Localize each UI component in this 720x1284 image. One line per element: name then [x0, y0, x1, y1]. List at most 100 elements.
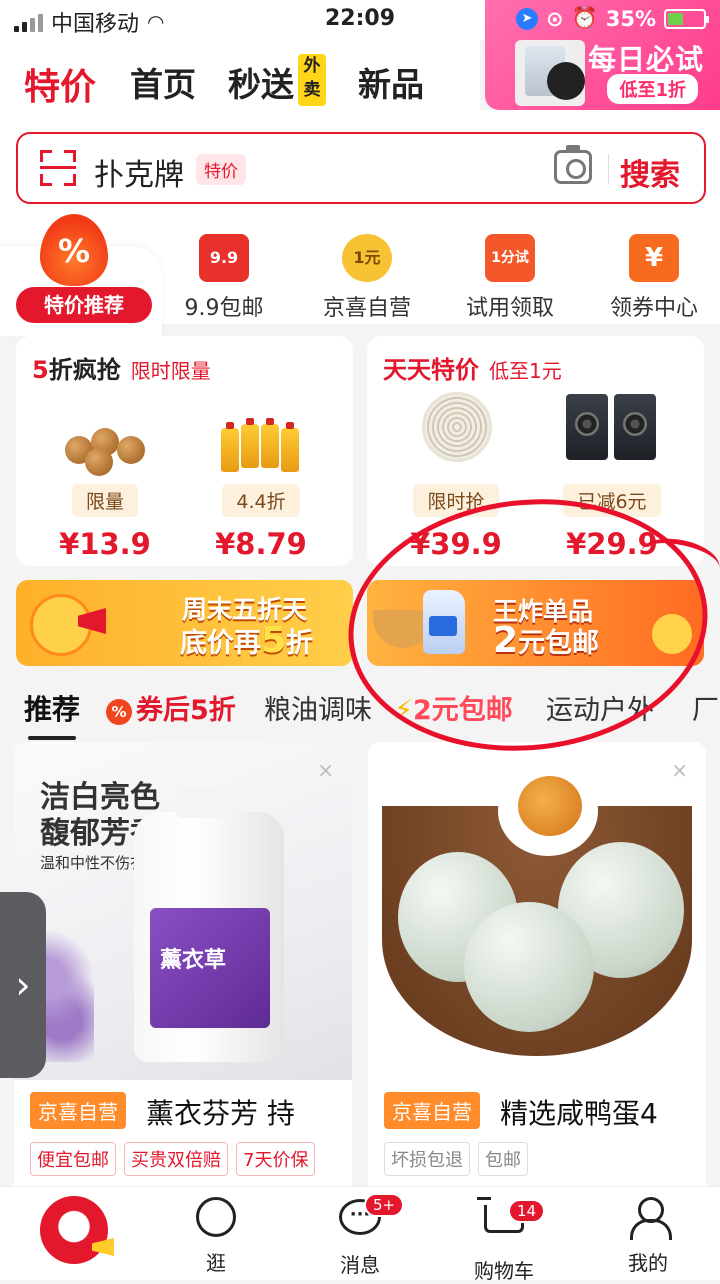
- category-9-9-free-shipping[interactable]: 9.9 9.9包邮: [154, 234, 294, 322]
- gift-box-icon: 9.9: [199, 234, 249, 282]
- product-price: ¥29.9: [566, 527, 658, 561]
- detergent-photo: 洁白亮色 馥郁芳香 温和中性不伤衣 薰衣草: [14, 742, 352, 1080]
- product-tag: 已减6元: [563, 484, 661, 517]
- category-trial[interactable]: 1分试 试用领取: [440, 234, 580, 322]
- category-label: 领券中心: [609, 296, 698, 321]
- category-coupon-center[interactable]: ¥ 领券中心: [584, 234, 720, 322]
- tab-label: 特价: [24, 67, 97, 108]
- tea-eggs-image: [57, 398, 153, 478]
- lock-rotation-icon: ⊙: [545, 6, 564, 31]
- nav-messages[interactable]: 5+ 消息: [310, 1193, 410, 1278]
- side-expand-handle[interactable]: ›: [0, 892, 46, 1078]
- daily-trial-promo[interactable]: ➤ ⊙ ⏰ 35% 每日必试 低至1折: [485, 0, 720, 110]
- scan-icon[interactable]: [40, 150, 76, 186]
- iced-tea-bottles-image: [213, 398, 309, 478]
- product-iced-tea[interactable]: 4.4折 ¥8.79: [186, 398, 336, 561]
- chip: 7天价保: [236, 1142, 316, 1176]
- tab-special-price[interactable]: 特价: [24, 58, 97, 118]
- speakers-image: [564, 388, 660, 478]
- brand-badge: 京喜自营: [30, 1092, 126, 1129]
- close-icon[interactable]: ×: [671, 758, 688, 782]
- battery-percent: 35%: [605, 6, 656, 31]
- tab-home[interactable]: 首页: [130, 58, 196, 106]
- bottom-nav: 逛 5+ 消息 14 购物车 我的: [0, 1186, 720, 1283]
- product-tag: 限时抢: [413, 484, 499, 517]
- product-tea-eggs[interactable]: 限量 ¥13.9: [30, 398, 180, 561]
- product-desk-fan[interactable]: 限时抢 ¥39.9: [381, 388, 531, 561]
- product-price: ¥8.79: [215, 527, 307, 561]
- face-icon: [194, 1197, 238, 1241]
- feed-tab-outdoor-sports[interactable]: 运动户外: [546, 688, 654, 727]
- service-chips: 便宜包邮 买贵双倍赔 7天价保: [30, 1142, 316, 1176]
- nav-label: 消息: [340, 1253, 380, 1277]
- nav-label: 我的: [628, 1251, 668, 1275]
- service-chips: 坏损包退 包邮: [384, 1142, 528, 1176]
- trial-bag-icon: 1分试: [485, 234, 535, 282]
- coin-icon: 1元: [342, 234, 392, 282]
- feed-tab-grain-oil[interactable]: 粮油调味: [264, 688, 372, 727]
- product-card-lavender-detergent[interactable]: 洁白亮色 馥郁芳香 温和中性不伤衣 薰衣草 × 京喜自营 薰衣芬芳 持 便宜包邮 …: [14, 742, 352, 1202]
- search-divider: [608, 154, 609, 184]
- home-mascot-icon[interactable]: [40, 1196, 108, 1264]
- duck-eggs-photo: [368, 742, 706, 1080]
- banner-line2: 2元包邮: [493, 620, 600, 661]
- person-icon: [626, 1197, 672, 1241]
- deal-card-daily-special[interactable]: 天天特价 低至1元 限时抢 ¥39.9 已减6元 ¥29.9: [367, 336, 704, 566]
- chip: 买贵双倍赔: [124, 1142, 228, 1176]
- category-label: 9.9包邮: [184, 296, 264, 321]
- product-name: 薰衣芬芳 持: [146, 1097, 295, 1130]
- card-title: 天天特价 低至1元: [383, 350, 562, 385]
- deal-card-half-price[interactable]: 5折疯抢 限时限量 限量 ¥13.9 4.4折 ¥8.79: [16, 336, 353, 566]
- detergent-image: [423, 590, 465, 654]
- product-price: ¥39.9: [410, 527, 502, 561]
- tab-instant-delivery[interactable]: 秒送: [228, 58, 294, 106]
- search-bar[interactable]: 扑克牌 特价 搜索: [16, 132, 706, 204]
- message-icon: 5+: [338, 1193, 405, 1243]
- product-speakers[interactable]: 已减6元 ¥29.9: [537, 388, 687, 561]
- feed-tab-factory[interactable]: 厂: [692, 688, 719, 727]
- chip: 包邮: [478, 1142, 528, 1176]
- lightning-icon: ⚡: [394, 695, 413, 726]
- promo-subtitle: 低至1折: [607, 74, 698, 104]
- title-number: 5: [32, 356, 49, 384]
- search-button[interactable]: 搜索: [620, 150, 680, 194]
- brand-badge: 京喜自营: [384, 1092, 480, 1129]
- feed-tab-2-yuan-shipping[interactable]: ⚡2元包邮: [394, 688, 513, 727]
- feed-tabs: 推荐 % 券后5折 粮油调味 ⚡2元包邮 运动户外 厂: [0, 676, 720, 740]
- weekend-half-price-banner[interactable]: 周末五折天 底价再5折: [16, 580, 353, 666]
- title-text: 折疯抢: [48, 356, 121, 384]
- location-icon: ➤: [515, 7, 538, 30]
- category-special-recommend[interactable]: 特价推荐: [16, 287, 152, 323]
- product-tag: 限量: [71, 484, 138, 517]
- search-input[interactable]: 扑克牌: [94, 150, 184, 194]
- nav-browse[interactable]: 逛: [166, 1195, 266, 1276]
- cart-icon: 14: [477, 1197, 546, 1249]
- photo-tagline: 温和中性不伤衣: [40, 854, 146, 872]
- product-card-salted-duck-eggs[interactable]: × 京喜自营 精选咸鸭蛋4 坏损包退 包邮: [368, 742, 706, 1202]
- nav-cart[interactable]: 14 购物车: [454, 1195, 554, 1284]
- feed-tab-coupon-half[interactable]: % 券后5折: [106, 688, 236, 727]
- chip: 坏损包退: [384, 1142, 470, 1176]
- feed-tab-recommend[interactable]: 推荐: [24, 688, 80, 740]
- card-subtitle: 低至1元: [489, 359, 562, 383]
- close-icon[interactable]: ×: [317, 758, 334, 782]
- nav-label: 逛: [206, 1251, 226, 1275]
- camera-icon[interactable]: [554, 145, 592, 184]
- tab-new-products[interactable]: 新品: [358, 58, 424, 106]
- alarm-icon: ⏰: [571, 6, 598, 30]
- nav-profile[interactable]: 我的: [598, 1195, 698, 1276]
- category-jingxi-self[interactable]: 1元 京喜自营: [297, 234, 437, 322]
- system-indicators: ➤ ⊙ ⏰ 35%: [515, 6, 709, 31]
- desk-fan-image: [408, 388, 504, 478]
- chip: 便宜包邮: [30, 1142, 116, 1176]
- battery-icon: [664, 8, 709, 29]
- product-name: 精选咸鸭蛋4: [500, 1097, 658, 1130]
- percent-icon: %: [106, 699, 132, 725]
- coupon-icon: ¥: [629, 234, 679, 282]
- cart-badge: 14: [508, 1199, 546, 1223]
- ace-item-banner[interactable]: 王炸单品 2元包邮: [367, 580, 704, 666]
- card-title: 5折疯抢 限时限量: [32, 350, 211, 385]
- category-label: 试用领取: [465, 296, 554, 321]
- smiley-mascot-image: [652, 614, 692, 654]
- cosmetics-product-image: [515, 40, 585, 106]
